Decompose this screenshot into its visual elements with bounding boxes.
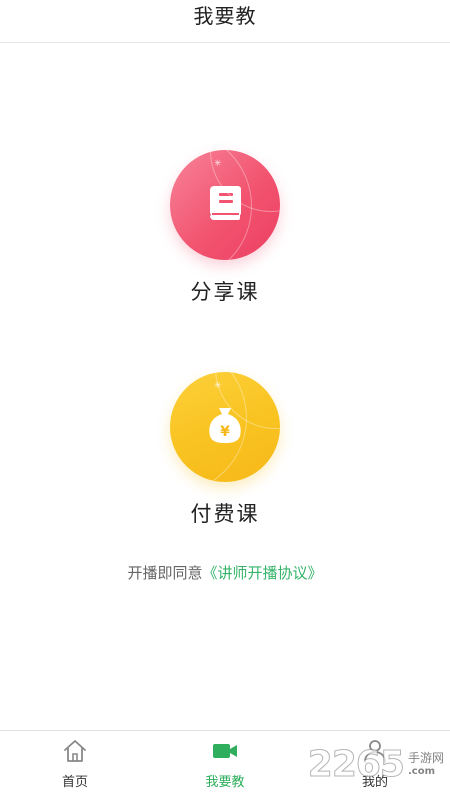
- paid-course-label: 付费课: [190, 502, 260, 526]
- agreement-prefix: 开播即同意: [127, 564, 203, 582]
- tab-mine[interactable]: 我的: [300, 731, 450, 800]
- share-course-option[interactable]: ✳ 分享课: [0, 150, 450, 306]
- top-bar: 我要教: [0, 0, 450, 43]
- tab-label: 我要教: [205, 775, 245, 790]
- tab-teach[interactable]: 我要教: [150, 731, 300, 800]
- tab-label: 我的: [361, 775, 388, 790]
- page-title: 我要教: [193, 3, 257, 28]
- agreement-notice: 开播即同意《讲师开播协议》: [0, 562, 450, 583]
- teach-page: 我要教 ✳ 分享课 ✳ ¥ 付费课 开播即同意《讲师开播协议》 首页 我要教 我…: [0, 0, 450, 800]
- paid-course-button[interactable]: ✳ ¥: [170, 372, 280, 482]
- user-icon: [362, 738, 388, 768]
- lecturer-agreement-link[interactable]: 《讲师开播协议》: [203, 564, 323, 582]
- video-camera-icon: [211, 738, 239, 768]
- sparkle-icon: ✳: [214, 159, 222, 169]
- share-course-button[interactable]: ✳: [170, 150, 280, 260]
- home-icon: [62, 738, 88, 768]
- sparkle-icon: ✳: [214, 381, 222, 391]
- tab-label: 首页: [61, 775, 88, 790]
- share-course-label: 分享课: [190, 280, 260, 304]
- tab-home[interactable]: 首页: [0, 731, 150, 800]
- paid-course-option[interactable]: ✳ ¥ 付费课: [0, 372, 450, 528]
- bottom-tab-bar: 首页 我要教 我的: [0, 730, 450, 800]
